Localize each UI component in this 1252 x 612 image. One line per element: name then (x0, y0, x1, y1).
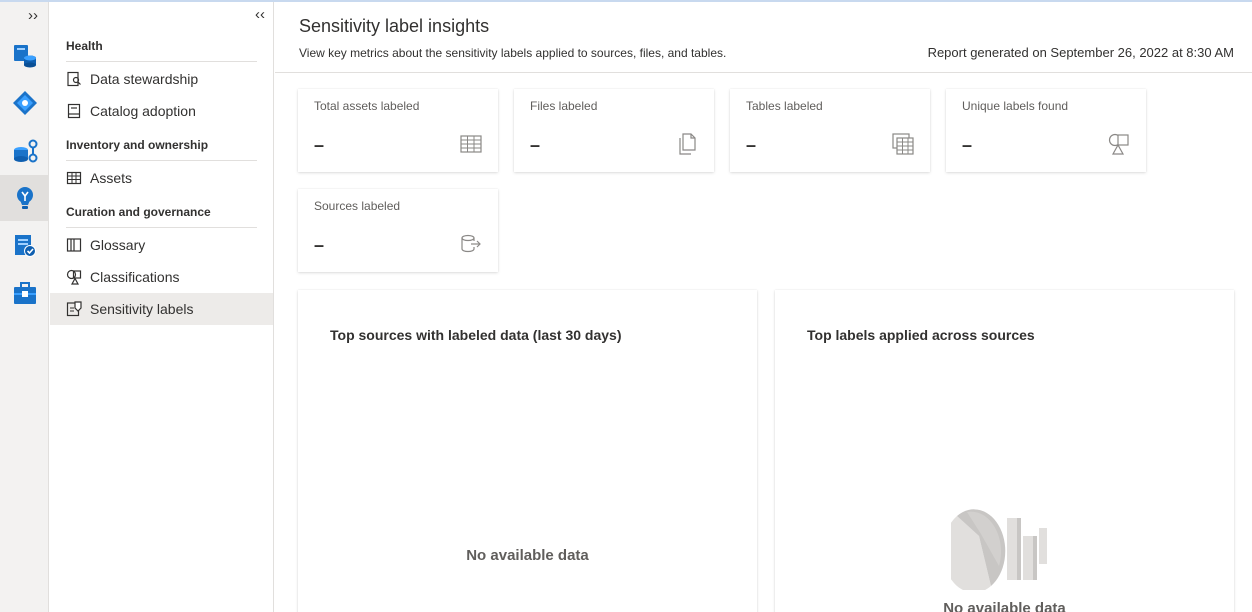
card-value: – (746, 135, 757, 155)
navigation-panel: ‹‹ Health Data stewardship Catalog adopt… (50, 2, 274, 612)
card-label: Files labeled (530, 99, 598, 113)
data-stewardship-icon (66, 71, 82, 87)
table-grid-icon (460, 133, 482, 155)
catalog-adoption-icon (66, 103, 82, 119)
nav-item-assets[interactable]: Assets (50, 162, 273, 194)
collapse-nav-button[interactable]: ‹‹ (255, 6, 265, 23)
panel-title: Top labels applied across sources (807, 327, 1035, 343)
card-value: – (314, 235, 325, 255)
card-label: Tables labeled (746, 99, 823, 113)
nav-item-label: Sensitivity labels (90, 301, 194, 317)
nav-item-label: Catalog adoption (90, 103, 196, 119)
card-total-assets-labeled: Total assets labeled – (298, 89, 498, 172)
panel-top-sources: Top sources with labeled data (last 30 d… (298, 290, 757, 612)
expand-rail-button[interactable]: ›› (28, 7, 38, 24)
card-label: Sources labeled (314, 199, 401, 213)
nav-item-catalog-adoption[interactable]: Catalog adoption (50, 95, 273, 127)
sensitivity-labels-icon (66, 301, 82, 317)
nav-section-curation: Curation and governance (66, 205, 257, 228)
nav-item-data-stewardship[interactable]: Data stewardship (50, 63, 273, 95)
data-sharing-icon[interactable] (0, 128, 49, 174)
empty-chart-illustration (942, 506, 1051, 595)
card-sources-labeled: Sources labeled – (298, 189, 498, 272)
empty-state-text: No available data (466, 547, 589, 564)
panel-top-labels: Top labels applied across sources No ava… (775, 290, 1234, 612)
icon-rail: ›› (0, 2, 49, 612)
shapes-icon (1108, 133, 1130, 155)
classifications-icon (66, 269, 82, 285)
card-tables-labeled: Tables labeled – (730, 89, 930, 172)
nav-item-classifications[interactable]: Classifications (50, 261, 273, 293)
data-map-icon[interactable] (0, 32, 49, 78)
files-icon (676, 133, 698, 155)
nav-item-sensitivity-labels[interactable]: Sensitivity labels (50, 293, 273, 325)
glossary-book-icon (66, 237, 82, 253)
header-divider (275, 72, 1252, 73)
nav-item-label: Assets (90, 170, 133, 186)
tables-icon (892, 133, 914, 155)
insights-icon[interactable] (0, 175, 49, 221)
panel-title: Top sources with labeled data (last 30 d… (330, 327, 622, 343)
assets-table-icon (66, 170, 82, 186)
policy-icon[interactable] (0, 223, 49, 269)
database-export-icon (460, 233, 482, 255)
card-value: – (530, 135, 541, 155)
page-subtitle: View key metrics about the sensitivity l… (299, 46, 727, 60)
nav-item-glossary[interactable]: Glossary (50, 229, 273, 261)
card-unique-labels-found: Unique labels found – (946, 89, 1146, 172)
report-timestamp: Report generated on September 26, 2022 a… (927, 45, 1234, 60)
page-title: Sensitivity label insights (299, 16, 490, 36)
main-content: Sensitivity label insights View key metr… (275, 2, 1252, 612)
card-label: Total assets labeled (314, 99, 420, 113)
card-files-labeled: Files labeled – (514, 89, 714, 172)
management-icon[interactable] (0, 271, 49, 317)
nav-section-health: Health (66, 39, 257, 62)
nav-item-label: Classifications (90, 269, 180, 285)
app-frame: ›› ‹‹ Health Data stewardship Catalog ad… (0, 0, 1252, 612)
nav-section-inventory: Inventory and ownership (66, 138, 257, 161)
data-catalog-icon[interactable] (0, 80, 49, 126)
nav-item-label: Data stewardship (90, 71, 199, 87)
card-value: – (962, 135, 973, 155)
empty-state-text: No available data (943, 600, 1066, 612)
card-label: Unique labels found (962, 99, 1069, 113)
card-value: – (314, 135, 325, 155)
nav-item-label: Glossary (90, 237, 146, 253)
